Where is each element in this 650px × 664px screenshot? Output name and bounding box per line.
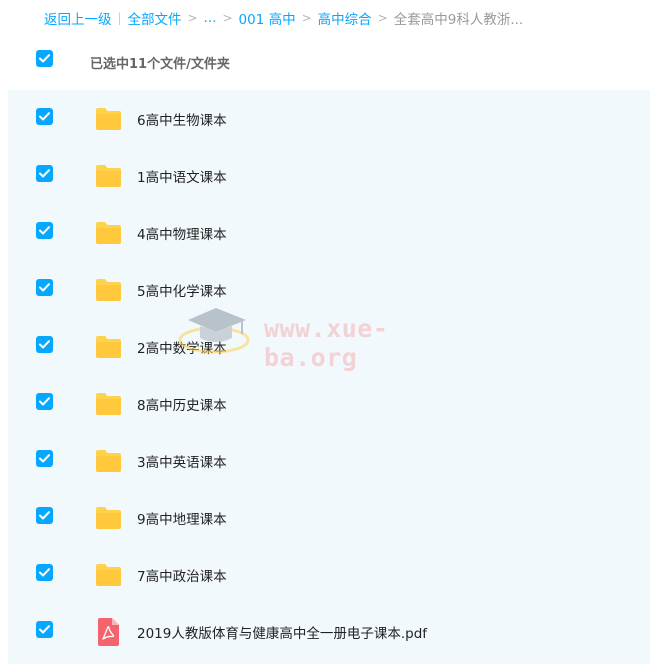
checkmark-icon bbox=[39, 397, 50, 406]
row-checkbox[interactable] bbox=[36, 222, 53, 239]
row-checkbox[interactable] bbox=[36, 507, 53, 524]
checkmark-icon bbox=[39, 226, 50, 235]
list-item[interactable]: 4高中物理课本 bbox=[8, 204, 650, 261]
list-item[interactable]: 2高中数学课本 bbox=[8, 318, 650, 375]
file-name[interactable]: 6高中生物课本 bbox=[137, 109, 227, 129]
checkmark-icon bbox=[39, 454, 50, 463]
pdf-file-icon bbox=[98, 618, 119, 646]
file-name[interactable]: 5高中化学课本 bbox=[137, 280, 227, 300]
file-name[interactable]: 1高中语文课本 bbox=[137, 166, 227, 186]
checkmark-icon bbox=[39, 340, 50, 349]
folder-icon bbox=[96, 393, 121, 415]
breadcrumb-current-folder: 全套高中9科人教浙... bbox=[393, 12, 524, 28]
breadcrumb: 返回上一级 | 全部文件 > ... > 001 高中 > 高中综合 > 全套高… bbox=[44, 8, 523, 28]
row-checkbox[interactable] bbox=[36, 450, 53, 467]
list-item[interactable]: 2019人教版体育与健康高中全一册电子课本.pdf bbox=[8, 603, 650, 660]
row-checkbox[interactable] bbox=[36, 336, 53, 353]
file-name[interactable]: 4高中物理课本 bbox=[137, 223, 227, 243]
list-item[interactable]: 8高中历史课本 bbox=[8, 375, 650, 432]
list-item[interactable]: 9高中地理课本 bbox=[8, 489, 650, 546]
checkmark-icon bbox=[39, 54, 50, 63]
checkmark-icon bbox=[39, 511, 50, 520]
folder-icon bbox=[96, 564, 121, 586]
back-link[interactable]: 返回上一级 bbox=[44, 8, 112, 28]
checkmark-icon bbox=[39, 283, 50, 292]
row-checkbox[interactable] bbox=[36, 564, 53, 581]
file-name[interactable]: 9高中地理课本 bbox=[137, 508, 227, 528]
file-name[interactable]: 2019人教版体育与健康高中全一册电子课本.pdf bbox=[137, 622, 427, 642]
list-item[interactable]: 6高中生物课本 bbox=[8, 90, 650, 147]
file-list: 6高中生物课本 1高中语文课本 4高中物理课本 5高中化学课本 2高中数学课本 … bbox=[8, 90, 650, 664]
file-name[interactable]: 8高中历史课本 bbox=[137, 394, 227, 414]
file-name[interactable]: 3高中英语课本 bbox=[137, 451, 227, 471]
breadcrumb-gaozhong-zonghe[interactable]: 高中综合 bbox=[318, 8, 372, 28]
breadcrumb-001-gaozhong[interactable]: 001 高中 bbox=[239, 8, 296, 28]
breadcrumb-all-files[interactable]: 全部文件 bbox=[128, 8, 182, 28]
checkmark-icon bbox=[39, 112, 50, 121]
selection-summary: 已选中11个文件/文件夹 bbox=[90, 57, 230, 72]
chevron-right-icon: > bbox=[301, 11, 312, 25]
file-name[interactable]: 7高中政治课本 bbox=[137, 565, 227, 585]
folder-icon bbox=[96, 165, 121, 187]
selection-header: 已选中11个文件/文件夹 bbox=[0, 42, 650, 82]
row-checkbox[interactable] bbox=[36, 165, 53, 182]
breadcrumb-divider: | bbox=[117, 11, 122, 25]
chevron-right-icon: > bbox=[222, 11, 233, 25]
chevron-right-icon: > bbox=[377, 11, 388, 25]
folder-icon bbox=[96, 450, 121, 472]
row-checkbox[interactable] bbox=[36, 621, 53, 638]
list-item[interactable]: 3高中英语课本 bbox=[8, 432, 650, 489]
folder-icon bbox=[96, 507, 121, 529]
chevron-right-icon: > bbox=[187, 11, 198, 25]
checkmark-icon bbox=[39, 625, 50, 634]
folder-icon bbox=[96, 336, 121, 358]
breadcrumb-ellipsis[interactable]: ... bbox=[204, 10, 217, 26]
list-item[interactable]: 5高中化学课本 bbox=[8, 261, 650, 318]
folder-icon bbox=[96, 108, 121, 130]
row-checkbox[interactable] bbox=[36, 393, 53, 410]
checkmark-icon bbox=[39, 568, 50, 577]
row-checkbox[interactable] bbox=[36, 279, 53, 296]
file-name[interactable]: 2高中数学课本 bbox=[137, 337, 227, 357]
row-checkbox[interactable] bbox=[36, 108, 53, 125]
folder-icon bbox=[96, 222, 121, 244]
select-all-checkbox[interactable] bbox=[36, 50, 53, 67]
list-item[interactable]: 1高中语文课本 bbox=[8, 147, 650, 204]
folder-icon bbox=[96, 279, 121, 301]
checkmark-icon bbox=[39, 169, 50, 178]
list-item[interactable]: 7高中政治课本 bbox=[8, 546, 650, 603]
